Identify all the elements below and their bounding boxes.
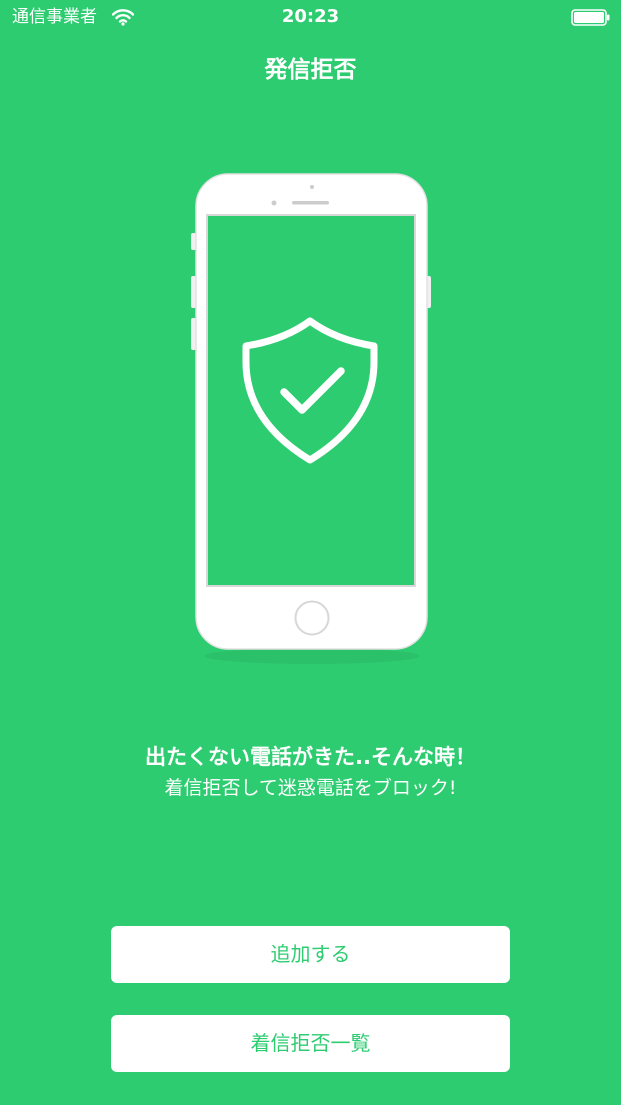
hero-headline: 出たくない電話がきた..そんな時！ — [145, 745, 476, 769]
page-title: 発信拒否 — [264, 57, 357, 83]
status-time: 20:23 — [281, 6, 340, 27]
add-button[interactable]: 追加する — [111, 926, 510, 983]
battery-full-icon — [571, 9, 610, 26]
block-list-button[interactable]: 着信拒否一覧 — [111, 1015, 510, 1072]
smartphone-shield-illustration — [191, 173, 431, 664]
hero-subline: 着信拒否して迷惑電話をブロック! — [164, 777, 457, 799]
status-bar: 通信事業者 20:23 — [0, 0, 621, 34]
